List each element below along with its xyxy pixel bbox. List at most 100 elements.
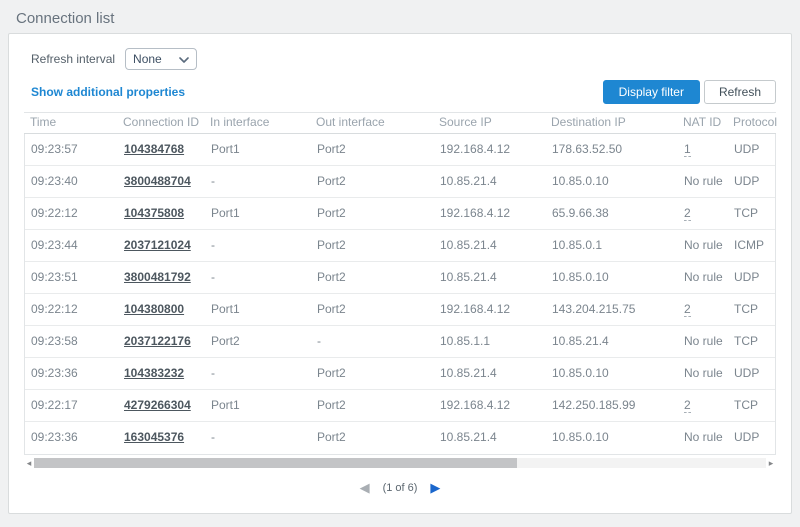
destination-ip-cell: 10.85.0.10 — [546, 166, 678, 197]
horizontal-scrollbar[interactable]: ◂ ▸ — [24, 457, 776, 469]
source-ip-cell: 192.168.4.12 — [434, 134, 546, 165]
column-header-connection-id: Connection ID — [117, 113, 204, 133]
protocol-cell: UDP — [728, 134, 775, 165]
connection-id-cell: 104375808 — [118, 198, 205, 229]
previous-page-icon[interactable]: ◀ — [360, 480, 370, 496]
connection-id-link[interactable]: 104384768 — [124, 142, 184, 156]
protocol-cell: TCP — [728, 198, 775, 229]
time-cell: 09:23:44 — [25, 230, 118, 261]
connection-id-link[interactable]: 2037122176 — [124, 334, 191, 348]
table-row: 09:23:442037121024-Port210.85.21.410.85.… — [25, 230, 775, 262]
time-cell: 09:22:12 — [25, 294, 118, 325]
time-cell: 09:23:57 — [25, 134, 118, 165]
table-row: 09:23:51 3800481792-Port210.85.21.410.85.… — [25, 262, 775, 294]
out-interface-cell: Port2 — [311, 230, 434, 261]
nat-id-cell: 1 — [678, 134, 728, 165]
out-interface-cell: Port2 — [311, 294, 434, 325]
in-interface-cell: - — [205, 358, 311, 389]
refresh-interval-select[interactable]: None — [125, 48, 197, 70]
nat-id-link[interactable]: 2 — [684, 398, 691, 413]
protocol-cell: ICMP — [728, 230, 775, 261]
column-header-out-interface: Out interface — [310, 113, 433, 133]
destination-ip-cell: 142.250.185.99 — [546, 390, 678, 421]
chevron-down-icon — [179, 52, 189, 66]
nat-id-cell: No rule — [678, 422, 728, 454]
connection-id-cell: 3800481792 — [118, 262, 205, 293]
nat-id-link[interactable]: 2 — [684, 206, 691, 221]
connection-id-cell: 2037121024 — [118, 230, 205, 261]
connection-id-cell: 104383232 — [118, 358, 205, 389]
table-row: 09:22:174279266304Port1Port2192.168.4.12… — [25, 390, 775, 422]
table-header-row: TimeConnection IDIn interfaceOut interfa… — [24, 112, 776, 134]
table-row: 09:23:582037122176Port2-10.85.1.110.85.2… — [25, 326, 775, 358]
nat-id-cell: No rule — [678, 262, 728, 293]
scrollbar-track[interactable] — [34, 458, 766, 468]
time-cell: 09:23:36 — [25, 358, 118, 389]
nat-id-cell: No rule — [678, 358, 728, 389]
show-additional-properties-link[interactable]: Show additional properties — [31, 85, 185, 99]
page-title: Connection list — [0, 0, 800, 33]
destination-ip-cell: 10.85.0.10 — [546, 262, 678, 293]
next-page-icon[interactable]: ▶ — [430, 480, 440, 496]
connection-id-link[interactable]: 3800481792 — [124, 270, 191, 284]
column-header-destination-ip: Destination IP — [545, 113, 677, 133]
out-interface-cell: Port2 — [311, 166, 434, 197]
destination-ip-cell: 10.85.21.4 — [546, 326, 678, 357]
table-row: 09:23:57104384768Port1Port2192.168.4.121… — [25, 134, 775, 166]
display-filter-button[interactable]: Display filter — [603, 80, 700, 104]
source-ip-cell: 10.85.21.4 — [434, 230, 546, 261]
column-header-protocol: Protocol — [727, 113, 777, 133]
connection-id-link[interactable]: 4279266304 — [124, 398, 191, 412]
connection-id-link[interactable]: 3800488704 — [124, 174, 191, 188]
scrollbar-thumb[interactable] — [34, 458, 517, 468]
connection-id-cell: 4279266304 — [118, 390, 205, 421]
in-interface-cell: Port1 — [205, 134, 311, 165]
in-interface-cell: - — [205, 422, 311, 454]
nat-id-link[interactable]: 1 — [684, 142, 691, 157]
column-header-time: Time — [24, 113, 117, 133]
connection-id-link[interactable]: 104383232 — [124, 366, 184, 380]
destination-ip-cell: 178.63.52.50 — [546, 134, 678, 165]
button-group: Display filter Refresh — [603, 80, 776, 104]
connection-id-link[interactable]: 2037121024 — [124, 238, 191, 252]
protocol-cell: UDP — [728, 358, 775, 389]
page-indicator: (1 of 6) — [383, 482, 418, 494]
protocol-cell: TCP — [728, 390, 775, 421]
protocol-cell: UDP — [728, 166, 775, 197]
source-ip-cell: 10.85.21.4 — [434, 262, 546, 293]
table-row: 09:22:12104380800Port1Port2192.168.4.121… — [25, 294, 775, 326]
nat-id-cell: 2 — [678, 198, 728, 229]
time-cell: 09:22:17 — [25, 390, 118, 421]
column-header-in-interface: In interface — [204, 113, 310, 133]
in-interface-cell: Port1 — [205, 198, 311, 229]
column-header-source-ip: Source IP — [433, 113, 545, 133]
time-cell: 09:22:12 — [25, 198, 118, 229]
out-interface-cell: Port2 — [311, 262, 434, 293]
nat-id-cell: No rule — [678, 230, 728, 261]
out-interface-cell: Port2 — [311, 198, 434, 229]
out-interface-cell: Port2 — [311, 358, 434, 389]
connection-id-link[interactable]: 163045376 — [124, 430, 184, 444]
time-cell: 09:23:40 — [25, 166, 118, 197]
nat-id-link[interactable]: 2 — [684, 302, 691, 317]
out-interface-cell: - — [311, 326, 434, 357]
source-ip-cell: 192.168.4.12 — [434, 390, 546, 421]
table-row: 09:23:36163045376-Port210.85.21.410.85.0… — [25, 422, 775, 454]
in-interface-cell: - — [205, 262, 311, 293]
connection-id-link[interactable]: 104375808 — [124, 206, 184, 220]
table-row: 09:23:403800488704-Port210.85.21.410.85.… — [25, 166, 775, 198]
refresh-interval-value: None — [133, 52, 162, 66]
connection-id-link[interactable]: 104380800 — [124, 302, 184, 316]
out-interface-cell: Port2 — [311, 134, 434, 165]
refresh-button[interactable]: Refresh — [704, 80, 776, 104]
connection-list-panel: Refresh interval None Show additional pr… — [8, 33, 792, 514]
scroll-right-icon[interactable]: ▸ — [766, 457, 776, 469]
destination-ip-cell: 65.9.66.38 — [546, 198, 678, 229]
scroll-left-icon[interactable]: ◂ — [24, 457, 34, 469]
out-interface-cell: Port2 — [311, 390, 434, 421]
destination-ip-cell: 143.204.215.75 — [546, 294, 678, 325]
connection-id-cell: 163045376 — [118, 422, 205, 454]
time-cell: 09:23:51 — [25, 262, 118, 293]
in-interface-cell: Port1 — [205, 294, 311, 325]
out-interface-cell: Port2 — [311, 422, 434, 454]
